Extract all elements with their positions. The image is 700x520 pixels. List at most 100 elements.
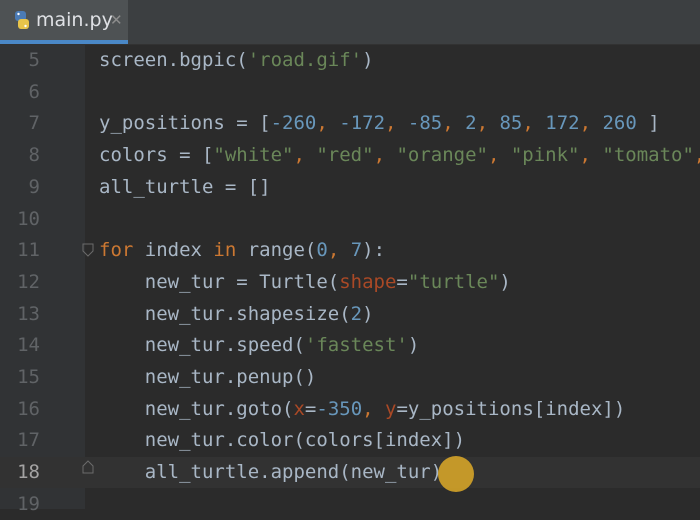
code-token: ,	[442, 112, 466, 135]
code-token: =	[304, 397, 317, 420]
code-token: all_turtle.append(new_tur)	[99, 461, 443, 484]
line-number: 8	[28, 144, 40, 167]
code-token: in	[213, 239, 248, 262]
code-token: "white"	[213, 144, 294, 167]
code-line[interactable]: 13 new_tur.shapesize(2)	[0, 299, 700, 330]
code-token: ,	[327, 239, 351, 262]
line-number: 7	[28, 112, 40, 135]
code-text: new_tur = Turtle(shape="turtle")	[99, 267, 511, 298]
code-line[interactable]: 10	[0, 204, 700, 235]
code-token: ):	[362, 239, 386, 262]
code-token: new_tur.penup()	[99, 366, 317, 388]
code-token: -172	[339, 112, 386, 135]
code-token: ,	[476, 112, 500, 135]
close-tab-icon[interactable]: ✕	[110, 11, 123, 29]
code-token: -260	[270, 112, 317, 135]
code-line[interactable]: 7 y_positions = [-260, -172, -85, 2, 85, …	[0, 108, 700, 139]
code-token: -350	[316, 397, 363, 420]
code-line[interactable]: 8 colors = ["white", "red", "orange", "pi…	[0, 140, 700, 171]
code-line[interactable]: 18 all_turtle.append(new_tur)	[0, 457, 700, 489]
code-text: y_positions = [-260, -172, -85, 2, 85, 1…	[99, 108, 660, 139]
code-token: new_tur = Turtle(	[99, 270, 340, 293]
code-token: ,	[487, 144, 511, 167]
code-token: 2	[465, 112, 477, 135]
tab-filename: main.py	[36, 9, 113, 31]
code-token: all_turtle = []	[99, 175, 271, 198]
code-token: 'fastest'	[304, 334, 408, 357]
code-token: new_tur.speed(	[99, 334, 305, 357]
line-number: 17	[17, 429, 40, 452]
code-token: 2	[350, 302, 363, 325]
code-line[interactable]: 6	[0, 77, 700, 108]
code-token: for	[99, 239, 145, 262]
code-token: colors = [	[99, 144, 214, 167]
code-token: 0	[316, 239, 328, 262]
code-token: =y_positions[index])	[396, 397, 626, 420]
code-line[interactable]: 11 for index in range(0, 7):	[0, 235, 700, 266]
code-token: range(	[247, 239, 317, 262]
code-token: 260	[602, 112, 637, 135]
fold-open-icon[interactable]	[82, 243, 94, 257]
python-file-icon	[15, 11, 29, 29]
code-token: shape	[339, 270, 397, 293]
code-token: "red"	[316, 144, 374, 167]
line-number: 10	[17, 207, 40, 230]
code-line[interactable]: 15 new_tur.penup()	[0, 362, 700, 393]
line-number: 13	[17, 302, 40, 325]
line-number: 16	[17, 397, 40, 420]
line-number: 19	[17, 492, 40, 515]
code-token: ,	[694, 144, 700, 166]
code-token: ,	[316, 112, 340, 135]
code-text: new_tur.shapesize(2)	[99, 299, 374, 330]
code-text: new_tur.goto(x=-350, y=y_positions[index…	[99, 394, 626, 425]
code-token: "pink"	[510, 144, 580, 167]
code-text: colors = ["white", "red", "orange", "pin…	[99, 140, 700, 171]
code-token: ,	[579, 112, 603, 135]
code-line[interactable]: 17 new_tur.color(colors[index])	[0, 425, 700, 456]
code-token: "orange"	[396, 144, 488, 167]
fold-end-icon[interactable]	[82, 460, 94, 474]
line-number: 12	[17, 270, 40, 293]
code-token: y	[385, 397, 397, 420]
line-number: 5	[28, 49, 40, 71]
code-token: ]	[636, 112, 660, 135]
code-line[interactable]: 5 screen.bgpic('road.gif')	[0, 45, 700, 76]
code-text: new_tur.color(colors[index])	[99, 425, 465, 456]
line-number: 6	[28, 80, 40, 103]
code-token: )	[362, 49, 374, 71]
tab-main-py[interactable]: main.py ✕	[0, 0, 128, 44]
code-line[interactable]: 14 new_tur.speed('fastest')	[0, 330, 700, 361]
code-text: for index in range(0, 7):	[99, 235, 385, 266]
cursor-highlight	[438, 456, 474, 492]
code-token: 85	[499, 112, 523, 135]
code-token: index	[144, 239, 214, 262]
code-token: )	[362, 302, 374, 325]
code-text: screen.bgpic('road.gif')	[99, 45, 374, 76]
code-token: ,	[579, 144, 603, 167]
editor-tab-bar: main.py ✕	[0, 0, 700, 44]
code-token: y_positions = [	[99, 112, 271, 135]
code-token: -85	[407, 112, 443, 135]
code-token: x	[293, 397, 305, 420]
code-token: 172	[545, 112, 580, 135]
code-token: ,	[293, 144, 317, 167]
code-token: ,	[522, 112, 546, 135]
code-line[interactable]: 12 new_tur = Turtle(shape="turtle")	[0, 267, 700, 298]
line-number: 14	[17, 334, 40, 357]
code-line[interactable]: 9 all_turtle = []	[0, 172, 700, 203]
code-token: =	[396, 270, 408, 293]
code-token: new_tur.shapesize(	[99, 302, 351, 325]
code-text: new_tur.penup()	[99, 362, 317, 393]
code-line[interactable]: 16 new_tur.goto(x=-350, y=y_positions[in…	[0, 394, 700, 425]
code-text: all_turtle = []	[99, 172, 271, 203]
code-line[interactable]: 19	[0, 489, 700, 520]
code-token: new_tur.color(colors[index])	[99, 429, 466, 452]
code-token: "tomato"	[602, 144, 694, 167]
code-token: "turtle"	[407, 270, 500, 293]
code-editor[interactable]: 5 screen.bgpic('road.gif') 6 7 y_positions =…	[0, 45, 700, 515]
code-token: ,	[385, 112, 408, 135]
code-token: 'road.gif'	[247, 49, 363, 71]
code-token: ,	[373, 144, 397, 167]
code-token: ,	[362, 397, 386, 420]
code-text: all_turtle.append(new_tur)	[99, 457, 442, 488]
